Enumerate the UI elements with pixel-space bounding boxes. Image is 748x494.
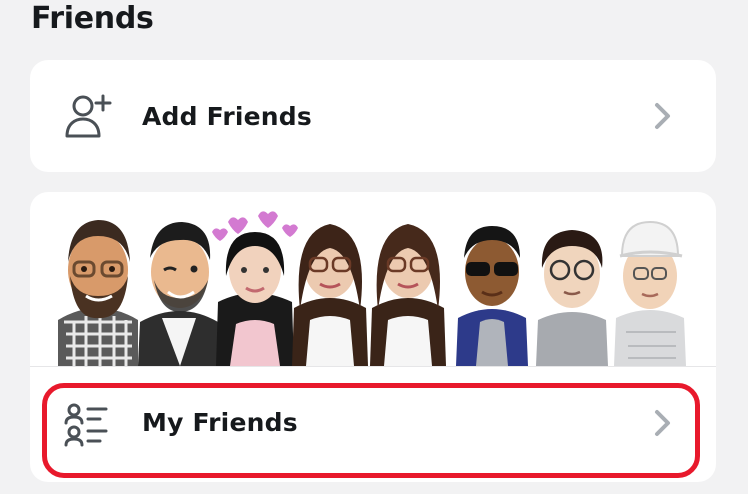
bitmoji-avatar — [58, 220, 138, 366]
bitmoji-avatar — [456, 226, 528, 366]
add-friends-row[interactable]: Add Friends — [30, 60, 716, 172]
add-friends-label: Add Friends — [142, 101, 312, 131]
divider — [30, 366, 716, 367]
bitmoji-avatar — [292, 224, 368, 366]
friends-list-icon — [64, 403, 108, 447]
bitmoji-avatar — [138, 222, 220, 366]
page-title: Friends — [31, 1, 154, 36]
bitmoji-avatar — [614, 220, 686, 366]
bitmoji-avatar — [212, 211, 298, 366]
my-friends-row[interactable]: My Friends — [30, 368, 716, 482]
add-friends-card[interactable]: Add Friends — [30, 60, 716, 172]
bitmoji-friends-strip — [58, 211, 686, 366]
bitmoji-avatar — [370, 224, 446, 366]
add-user-icon — [65, 94, 112, 138]
my-friends-card[interactable]: My Friends — [30, 192, 716, 482]
my-friends-label: My Friends — [142, 408, 298, 437]
bitmoji-avatar — [536, 230, 608, 366]
chevron-right-icon — [655, 410, 670, 436]
chevron-right-icon — [655, 103, 670, 129]
